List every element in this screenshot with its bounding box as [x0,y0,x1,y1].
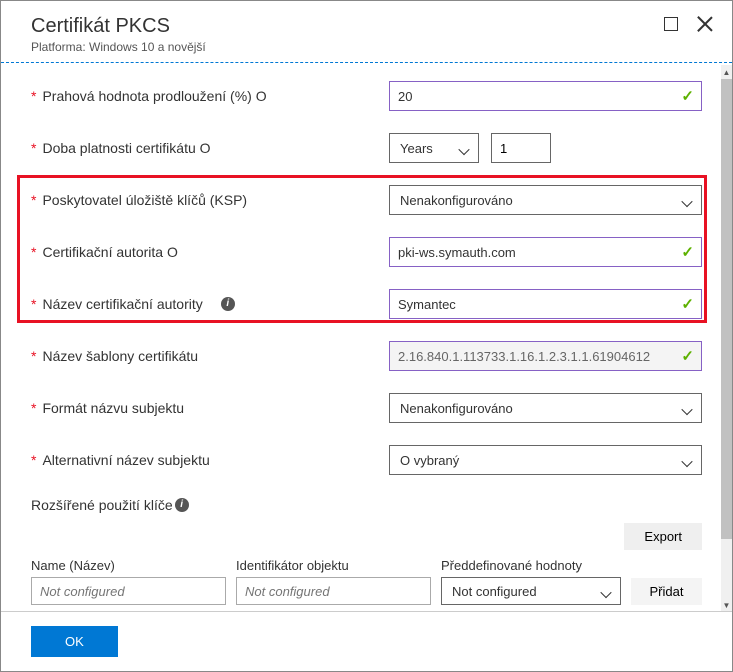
info-icon[interactable]: i [175,498,189,512]
select-value: Nenakonfigurováno [400,193,513,208]
eku-predef-select[interactable]: Not configured [441,577,621,605]
checkmark-icon: ✓ [681,243,694,261]
label-threshold: * Prahová hodnota prodloužení (%) O [31,88,389,104]
row-ca-name: * Název certifikační autority i ✓ [31,289,702,319]
label-ca-name: * Název certifikační autority i [31,296,389,312]
scrollbar[interactable]: ▲ ▼ [721,65,732,612]
row-validity: * Doba platnosti certifikátu O Years [31,133,702,163]
label-alt-name: * Alternativní název subjektu [31,452,389,468]
dialog-subtitle: Platforma: Windows 10 a novější [31,40,712,54]
label-validity: * Doba platnosti certifikátu O [31,140,389,156]
row-template: * Název šablony certifikátu ✓ [31,341,702,371]
required-asterisk: * [31,140,36,156]
info-icon[interactable]: i [221,297,235,311]
eku-section-label: Rozšířené použití klíče i [31,497,702,513]
scroll-down-icon[interactable]: ▼ [721,598,732,612]
template-input[interactable] [389,341,702,371]
row-ca: * Certifikační autorita O ✓ [31,237,702,267]
subject-format-select[interactable]: Nenakonfigurováno [389,393,702,423]
required-asterisk: * [31,452,36,468]
ksp-select[interactable]: Nenakonfigurováno [389,185,702,215]
th-predef: Předdefinované hodnoty [441,558,582,573]
row-subject-format: * Formát názvu subjektu Nenakonfigurován… [31,393,702,423]
required-asterisk: * [31,244,36,260]
label-text: Rozšířené použití klíče [31,497,173,513]
label-text: Certifikační autorita O [42,244,177,260]
select-value: Nenakonfigurováno [400,401,513,416]
label-template: * Název šablony certifikátu [31,348,389,364]
th-name: Name (Název) [31,558,226,573]
eku-table-header: Name (Název) Identifikátor objektu Předd… [31,558,702,573]
checkmark-icon: ✓ [681,347,694,365]
select-value: Years [400,141,433,156]
required-asterisk: * [31,348,36,364]
add-button[interactable]: Přidat [631,578,702,605]
checkmark-icon: ✓ [681,295,694,313]
export-row: Export [31,523,702,550]
ok-button[interactable]: OK [31,626,118,657]
checkmark-icon: ✓ [681,87,694,105]
scroll-up-icon[interactable]: ▲ [721,65,732,79]
maximize-icon[interactable] [664,17,678,31]
label-text: Název šablony certifikátu [42,348,198,364]
dialog-footer: OK [1,611,732,671]
scroll-thumb[interactable] [721,79,732,539]
row-threshold: * Prahová hodnota prodloužení (%) O ✓ [31,81,702,111]
select-value: O vybraný [400,453,459,468]
label-text: Prahová hodnota prodloužení (%) O [42,88,266,104]
required-asterisk: * [31,88,36,104]
alt-name-select[interactable]: O vybraný [389,445,702,475]
eku-oid-input[interactable] [236,577,431,605]
label-text: Alternativní název subjektu [42,452,209,468]
form-content: * Prahová hodnota prodloužení (%) O ✓ * … [1,63,732,611]
label-ksp: * Poskytovatel úložiště klíčů (KSP) [31,192,389,208]
threshold-input[interactable] [389,81,702,111]
label-ca: * Certifikační autorita O [31,244,389,260]
eku-name-input[interactable] [31,577,226,605]
close-icon[interactable] [696,15,714,33]
th-oid: Identifikátor objektu [236,558,431,573]
select-value: Not configured [452,584,537,599]
required-asterisk: * [31,400,36,416]
header-controls [664,15,714,33]
label-text: Formát názvu subjektu [42,400,184,416]
eku-table-row: Not configured Přidat [31,577,702,605]
row-alt-name: * Alternativní název subjektu O vybraný [31,445,702,475]
validity-unit-select[interactable]: Years [389,133,479,163]
ca-input[interactable] [389,237,702,267]
label-text: Poskytovatel úložiště klíčů (KSP) [42,192,247,208]
label-text: Název certifikační autority [42,296,202,312]
dialog-header: Certifikát PKCS Platforma: Windows 10 a … [1,1,732,62]
ca-name-input[interactable] [389,289,702,319]
validity-value-input[interactable] [491,133,551,163]
dialog-title: Certifikát PKCS [31,15,712,38]
required-asterisk: * [31,296,36,312]
export-button[interactable]: Export [624,523,702,550]
label-text: Doba platnosti certifikátu O [42,140,210,156]
row-ksp: * Poskytovatel úložiště klíčů (KSP) Nena… [31,185,702,215]
required-asterisk: * [31,192,36,208]
label-subject-format: * Formát názvu subjektu [31,400,389,416]
